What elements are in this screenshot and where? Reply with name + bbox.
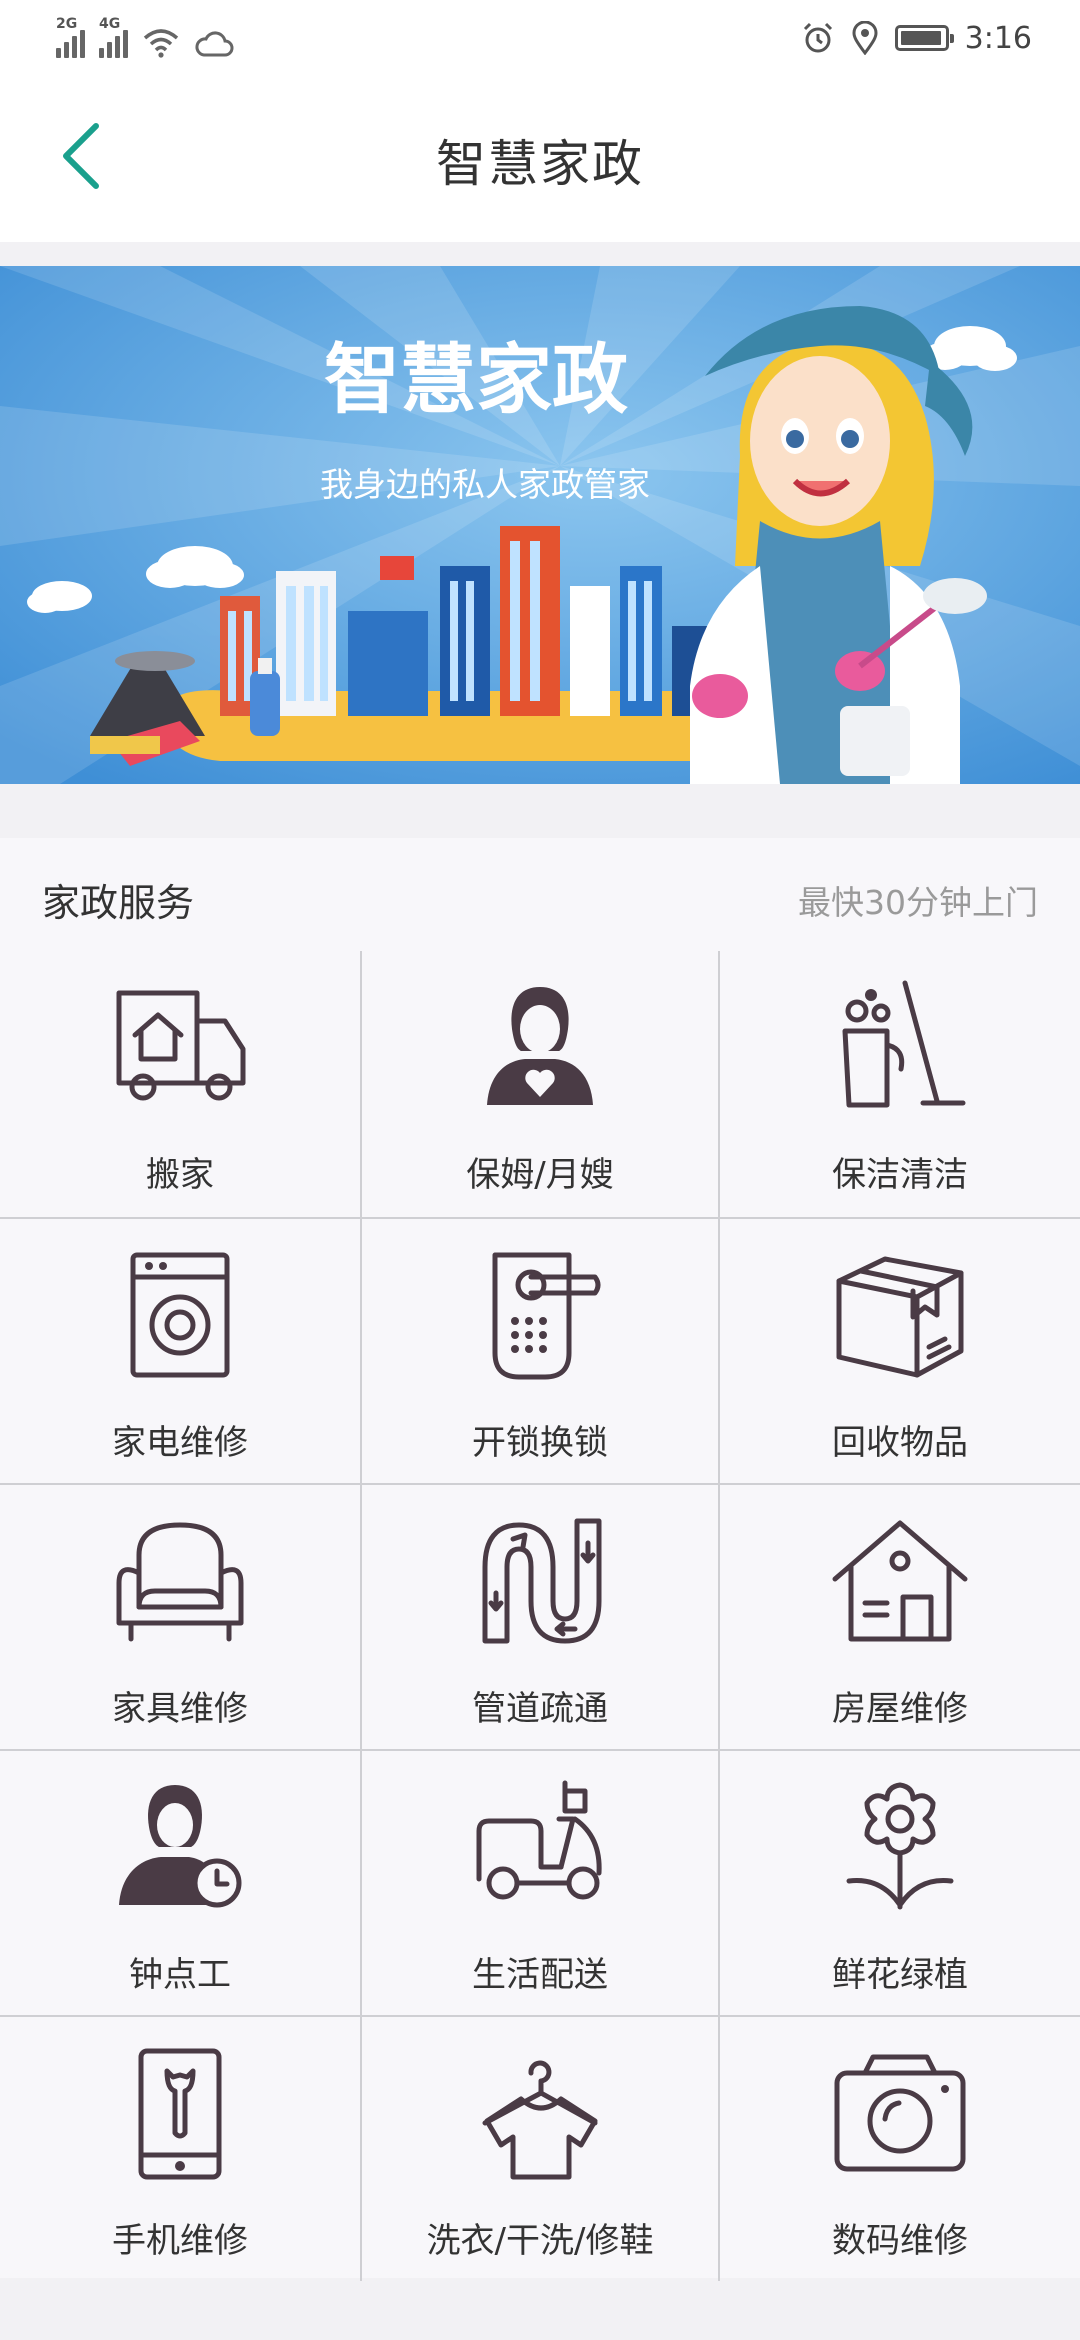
service-label: 手机维修	[112, 2221, 248, 2261]
banner-illustration: 智慧家政 我身边的私人家政管家	[0, 266, 1080, 784]
service-item-locksmith[interactable]: 开锁换锁	[360, 1217, 720, 1483]
network-type: 4G	[99, 16, 121, 32]
service-item-delivery[interactable]: 生活配送	[360, 1749, 720, 2015]
service-item-pipe-dredging[interactable]: 管道疏通	[360, 1483, 720, 1749]
cloud-icon	[195, 31, 234, 57]
service-label: 家具维修	[112, 1689, 248, 1729]
battery-icon	[894, 25, 954, 51]
wifi-icon	[143, 29, 179, 58]
service-label: 家电维修	[112, 1423, 248, 1463]
status-right: 3:16	[801, 16, 1032, 60]
truck-icon	[105, 973, 255, 1123]
service-item-recycling[interactable]: 回收物品	[720, 1217, 1080, 1483]
camera-icon	[825, 2039, 975, 2189]
section-subtitle: 最快30分钟上门	[798, 883, 1038, 922]
service-item-house-repair[interactable]: 房屋维修	[720, 1483, 1080, 1749]
promo-banner[interactable]: 智慧家政 我身边的私人家政管家	[0, 266, 1080, 784]
service-label: 管道疏通	[472, 1689, 608, 1729]
service-label: 回收物品	[832, 1423, 968, 1463]
signal-icon: 4G	[99, 16, 128, 58]
page-title: 智慧家政	[436, 135, 644, 193]
service-label: 房屋维修	[832, 1689, 968, 1729]
service-label: 保姆/月嫂	[466, 1155, 614, 1195]
service-item-laundry[interactable]: 洗衣/干洗/修鞋	[360, 2015, 720, 2281]
hourly-worker-icon	[105, 1773, 255, 1923]
section-header: 家政服务 最快30分钟上门	[0, 838, 1080, 948]
service-label: 生活配送	[472, 1955, 608, 1995]
signal-icon: 2G	[56, 16, 85, 58]
flower-icon	[825, 1773, 975, 1923]
status-left: 2G 4G	[56, 14, 234, 58]
services-section: 家政服务 最快30分钟上门 搬家 保姆/月嫂 保洁清洁 家电维修 开锁换锁 回收…	[0, 838, 1080, 2281]
alarm-icon	[803, 22, 832, 53]
section-title: 家政服务	[42, 881, 195, 925]
nanny-icon	[465, 973, 615, 1123]
clock: 3:16	[964, 20, 1032, 56]
app-header: 智慧家政	[0, 76, 1080, 242]
pipe-icon	[465, 1507, 615, 1657]
service-item-hourly-worker[interactable]: 钟点工	[0, 1749, 360, 2015]
service-item-nanny[interactable]: 保姆/月嫂	[360, 951, 720, 1217]
service-item-flowers[interactable]: 鲜花绿植	[720, 1749, 1080, 2015]
service-label: 搬家	[146, 1155, 214, 1195]
scooter-icon	[465, 1773, 615, 1923]
service-label: 洗衣/干洗/修鞋	[426, 2221, 654, 2261]
service-item-phone-repair[interactable]: 手机维修	[0, 2015, 360, 2281]
washing-machine-icon	[105, 1241, 255, 1391]
house-icon	[825, 1507, 975, 1657]
service-item-furniture-repair[interactable]: 家具维修	[0, 1483, 360, 1749]
status-bar: 2G 4G 3:16	[0, 0, 1080, 76]
service-label: 数码维修	[832, 2221, 968, 2261]
box-icon	[825, 1241, 975, 1391]
location-icon	[852, 21, 878, 55]
service-label: 钟点工	[129, 1955, 231, 1995]
service-item-cleaning[interactable]: 保洁清洁	[720, 951, 1080, 1217]
banner-title: 智慧家政	[324, 335, 628, 424]
service-label: 鲜花绿植	[832, 1955, 968, 1995]
laundry-icon	[465, 2039, 615, 2189]
service-item-digital-repair[interactable]: 数码维修	[720, 2015, 1080, 2281]
service-grid: 搬家 保姆/月嫂 保洁清洁 家电维修 开锁换锁 回收物品 家具维修 管道疏通 房…	[0, 951, 1080, 2281]
door-lock-icon	[465, 1241, 615, 1391]
network-type: 2G	[56, 16, 78, 32]
service-item-moving[interactable]: 搬家	[0, 951, 360, 1217]
service-item-appliance-repair[interactable]: 家电维修	[0, 1217, 360, 1483]
banner-subtitle: 我身边的私人家政管家	[320, 465, 650, 504]
cleaning-icon	[825, 973, 975, 1123]
service-label: 开锁换锁	[472, 1423, 608, 1463]
armchair-icon	[105, 1507, 255, 1657]
phone-repair-icon	[105, 2039, 255, 2189]
service-label: 保洁清洁	[832, 1155, 968, 1195]
